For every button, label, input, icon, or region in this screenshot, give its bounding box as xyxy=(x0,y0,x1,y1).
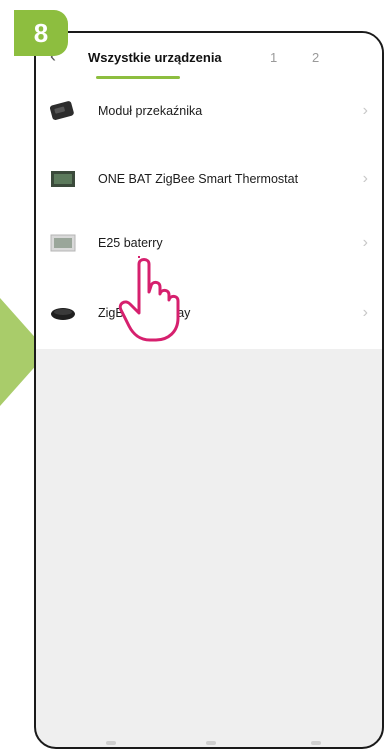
thermostat-icon xyxy=(50,234,76,252)
chevron-right-icon: › xyxy=(362,304,368,321)
tab-all-devices[interactable]: Wszystkie urządzenia xyxy=(88,50,222,65)
tab-room-1[interactable]: 1 xyxy=(270,50,277,65)
device-row-relay[interactable]: Moduł przekaźnika › xyxy=(36,79,382,143)
chevron-right-icon: › xyxy=(362,170,368,187)
device-label: Moduł przekaźnika xyxy=(98,104,203,118)
step-number-badge: 8 xyxy=(14,10,68,56)
device-row-e25[interactable]: E25 baterry › xyxy=(36,211,382,275)
chevron-right-icon: › xyxy=(362,234,368,251)
thermostat-icon xyxy=(51,171,75,187)
gateway-icon xyxy=(51,308,75,320)
recent-apps-icon[interactable] xyxy=(106,741,116,745)
device-label: E25 baterry xyxy=(98,236,163,250)
back-nav-icon[interactable] xyxy=(311,741,321,745)
home-icon[interactable] xyxy=(206,741,216,745)
device-row-thermostat[interactable]: ONE BAT ZigBee Smart Thermostat › xyxy=(36,147,382,211)
device-row-gateway[interactable]: ZigBee Gateway › xyxy=(36,281,382,345)
chevron-right-icon: › xyxy=(362,102,368,119)
device-label: ONE BAT ZigBee Smart Thermostat xyxy=(98,172,299,186)
tab-room-2[interactable]: 2 xyxy=(312,50,319,65)
hand-pointer-icon xyxy=(118,256,180,342)
phone-frame: ‹ Wszystkie urządzenia 1 2 Moduł przekaź… xyxy=(34,31,384,749)
system-nav-bar xyxy=(36,733,382,747)
device-list-panel: ‹ Wszystkie urządzenia 1 2 Moduł przekaź… xyxy=(36,33,382,349)
relay-module-icon xyxy=(50,101,74,120)
